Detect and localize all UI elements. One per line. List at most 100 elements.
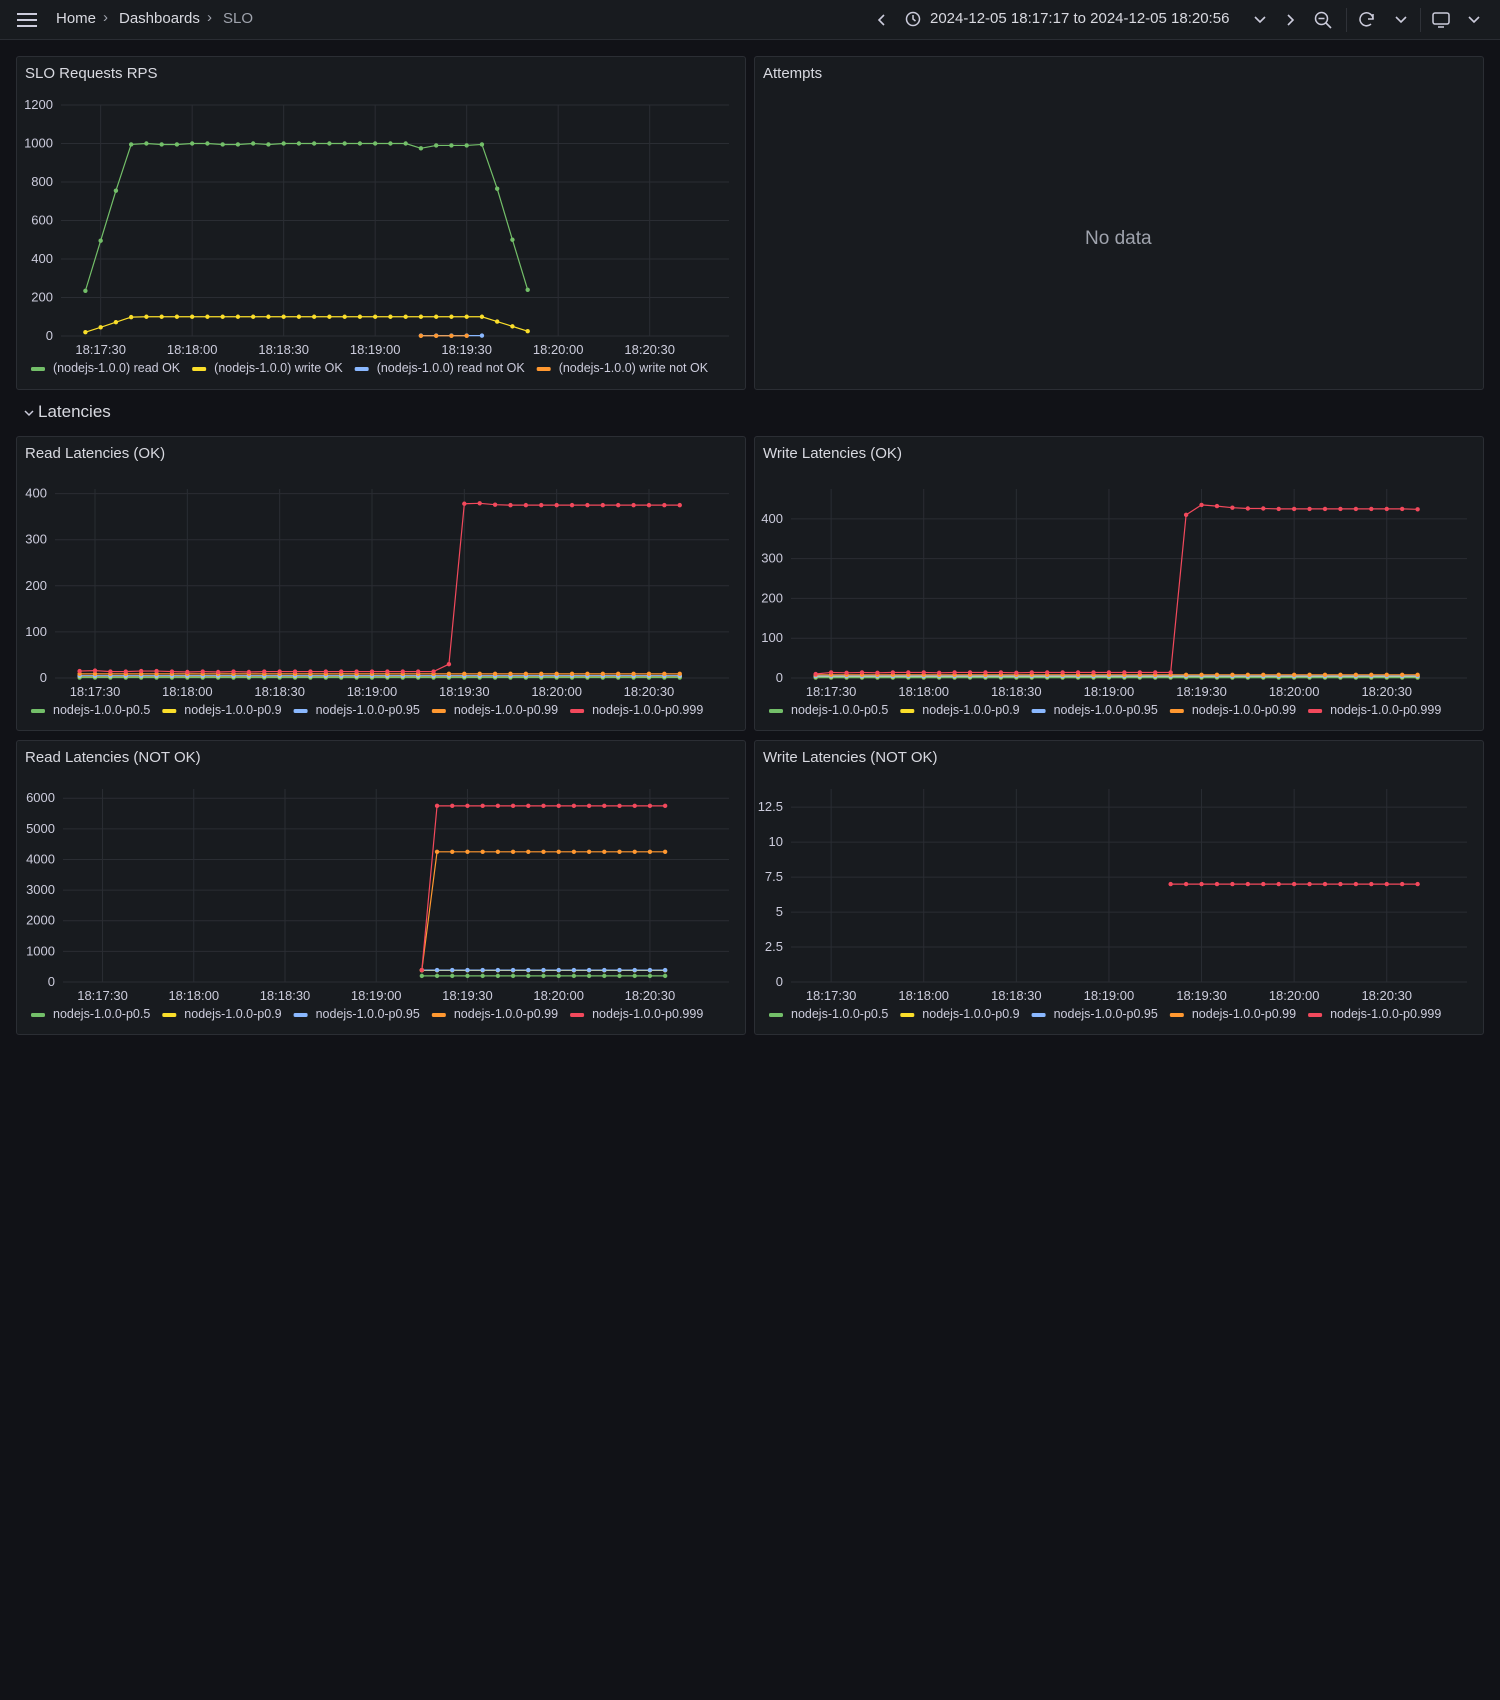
- legend-swatch: [431, 709, 446, 713]
- chevron-down-icon[interactable]: [1393, 12, 1409, 28]
- panel-write-latencies-ok[interactable]: Write Latencies (OK) 0 100 200 300 400 18:17:…: [754, 436, 1484, 731]
- legend-swatch: [1169, 1013, 1184, 1017]
- zoom-out-icon[interactable]: [1312, 9, 1334, 31]
- clock-icon[interactable]: [904, 10, 922, 28]
- chevron-down-icon[interactable]: [1466, 12, 1482, 28]
- data-point: [1245, 506, 1251, 511]
- data-point: [1338, 881, 1343, 887]
- panel-attempts[interactable]: Attempts No data: [754, 56, 1484, 390]
- series-line: [421, 851, 666, 971]
- data-point: [1245, 881, 1251, 887]
- data-point: [602, 967, 607, 973]
- data-point: [449, 143, 454, 148]
- data-point: [495, 849, 501, 855]
- legend-item[interactable]: nodejs-1.0.0-p0.5: [791, 703, 888, 717]
- legend-swatch: [570, 709, 585, 713]
- panel-write-latencies-not-ok[interactable]: Write Latencies (NOT OK) 0 2.5 5 7.5 10 12.5 1…: [754, 740, 1484, 1035]
- data-point: [357, 314, 363, 319]
- legend-item[interactable]: (nodejs-1.0.0) write OK: [214, 361, 343, 375]
- x-tick-label: 18:19:00: [347, 684, 398, 699]
- data-point: [98, 238, 103, 243]
- data-point: [174, 314, 180, 319]
- breadcrumb-home[interactable]: Home: [56, 10, 96, 27]
- row-latencies-header[interactable]: Latencies: [24, 400, 224, 424]
- data-point: [480, 849, 485, 855]
- y-tick-label: 0: [48, 974, 55, 989]
- data-point: [936, 670, 942, 676]
- data-point: [464, 314, 469, 319]
- data-point: [952, 670, 957, 675]
- data-point: [1183, 672, 1189, 678]
- data-point: [571, 803, 577, 809]
- data-point: [541, 973, 546, 979]
- legend-item[interactable]: nodejs-1.0.0-p0.9: [922, 703, 1019, 717]
- data-point: [586, 803, 592, 809]
- data-point: [479, 142, 485, 147]
- refresh-icon[interactable]: [1356, 9, 1378, 31]
- no-data-message: No data: [1085, 228, 1152, 249]
- legend-item[interactable]: nodejs-1.0.0-p0.999: [1330, 1007, 1441, 1021]
- data-point: [144, 314, 149, 319]
- legend-item[interactable]: (nodejs-1.0.0) read not OK: [377, 361, 526, 375]
- legend-item[interactable]: nodejs-1.0.0-p0.95: [316, 703, 420, 717]
- legend-item[interactable]: nodejs-1.0.0-p0.99: [1192, 703, 1296, 717]
- data-point: [1214, 672, 1220, 678]
- data-point: [464, 143, 469, 148]
- data-point: [205, 314, 210, 319]
- data-point: [415, 669, 421, 674]
- data-point: [1353, 506, 1359, 512]
- legend-item[interactable]: nodejs-1.0.0-p0.5: [53, 703, 150, 717]
- legend-item[interactable]: nodejs-1.0.0-p0.95: [316, 1007, 420, 1021]
- legend-item[interactable]: nodejs-1.0.0-p0.99: [454, 1007, 558, 1021]
- data-point: [602, 849, 607, 855]
- panel-read-latencies-not-ok[interactable]: Read Latencies (NOT OK) 0 1000 2000 3000 400…: [16, 740, 746, 1035]
- breadcrumb-dashboards[interactable]: Dashboards: [119, 10, 200, 27]
- legend-swatch: [1031, 1013, 1046, 1017]
- data-point: [480, 973, 485, 979]
- x-tick-label: 18:18:00: [162, 684, 213, 699]
- series-line: [84, 142, 529, 291]
- menu-icon[interactable]: [16, 10, 40, 30]
- legend-item[interactable]: nodejs-1.0.0-p0.5: [53, 1007, 150, 1021]
- legend-item[interactable]: nodejs-1.0.0-p0.9: [922, 1007, 1019, 1021]
- legend-item[interactable]: nodejs-1.0.0-p0.5: [791, 1007, 888, 1021]
- legend-item[interactable]: nodejs-1.0.0-p0.999: [1330, 703, 1441, 717]
- legend-item[interactable]: nodejs-1.0.0-p0.95: [1054, 1007, 1158, 1021]
- legend-item[interactable]: (nodejs-1.0.0) write not OK: [559, 361, 709, 375]
- data-point: [510, 324, 515, 329]
- panel-read-latencies-ok[interactable]: Read Latencies (OK) 0 100 200 300 400 18:17:3…: [16, 436, 746, 731]
- row-title: Latencies: [38, 402, 111, 421]
- time-range-picker[interactable]: 2024-12-05 18:17:17 to 2024-12-05 18:20:…: [930, 10, 1229, 27]
- legend-item[interactable]: nodejs-1.0.0-p0.9: [184, 703, 281, 717]
- panel-slo-requests-rps[interactable]: SLO Requests RPS 0 200 400 600 800 1000 1200 18…: [16, 56, 746, 390]
- data-point: [875, 670, 880, 676]
- legend-item[interactable]: (nodejs-1.0.0) read OK: [53, 361, 181, 375]
- tv-mode-icon[interactable]: [1430, 9, 1452, 31]
- legend-item[interactable]: nodejs-1.0.0-p0.99: [454, 703, 558, 717]
- y-tick-label: 1000: [26, 943, 55, 958]
- data-point: [632, 849, 637, 855]
- data-point: [434, 973, 440, 979]
- chart-read-latencies-ok: 0 100 200 300 400 18:17:30 18:18:00 18:18:30 18:…: [25, 486, 729, 717]
- data-point: [189, 141, 195, 146]
- legend-item[interactable]: nodejs-1.0.0-p0.95: [1054, 703, 1158, 717]
- x-tick-label: 18:19:30: [442, 988, 493, 1003]
- time-shift-back-button[interactable]: [872, 8, 892, 32]
- legend-item[interactable]: nodejs-1.0.0-p0.99: [1192, 1007, 1296, 1021]
- chart-slo-requests-rps: 0 200 400 600 800 1000 1200 18:17:30 18:18:00 18:…: [24, 97, 729, 375]
- data-point: [571, 967, 577, 973]
- legend-item[interactable]: nodejs-1.0.0-p0.9: [184, 1007, 281, 1021]
- data-point: [571, 849, 577, 855]
- legend-item[interactable]: nodejs-1.0.0-p0.999: [592, 1007, 703, 1021]
- time-shift-forward-button[interactable]: [1280, 8, 1300, 32]
- legend-swatch: [162, 1013, 177, 1017]
- data-point: [1199, 672, 1204, 678]
- data-point: [465, 803, 470, 809]
- data-point: [1014, 670, 1019, 676]
- series-line: [85, 316, 528, 333]
- x-tick-label: 18:19:00: [351, 988, 402, 1003]
- legend-item[interactable]: nodejs-1.0.0-p0.999: [592, 703, 703, 717]
- legend-swatch: [536, 367, 551, 371]
- chevron-down-icon[interactable]: [1252, 12, 1268, 28]
- x-tick-label: 18:20:30: [1361, 988, 1412, 1003]
